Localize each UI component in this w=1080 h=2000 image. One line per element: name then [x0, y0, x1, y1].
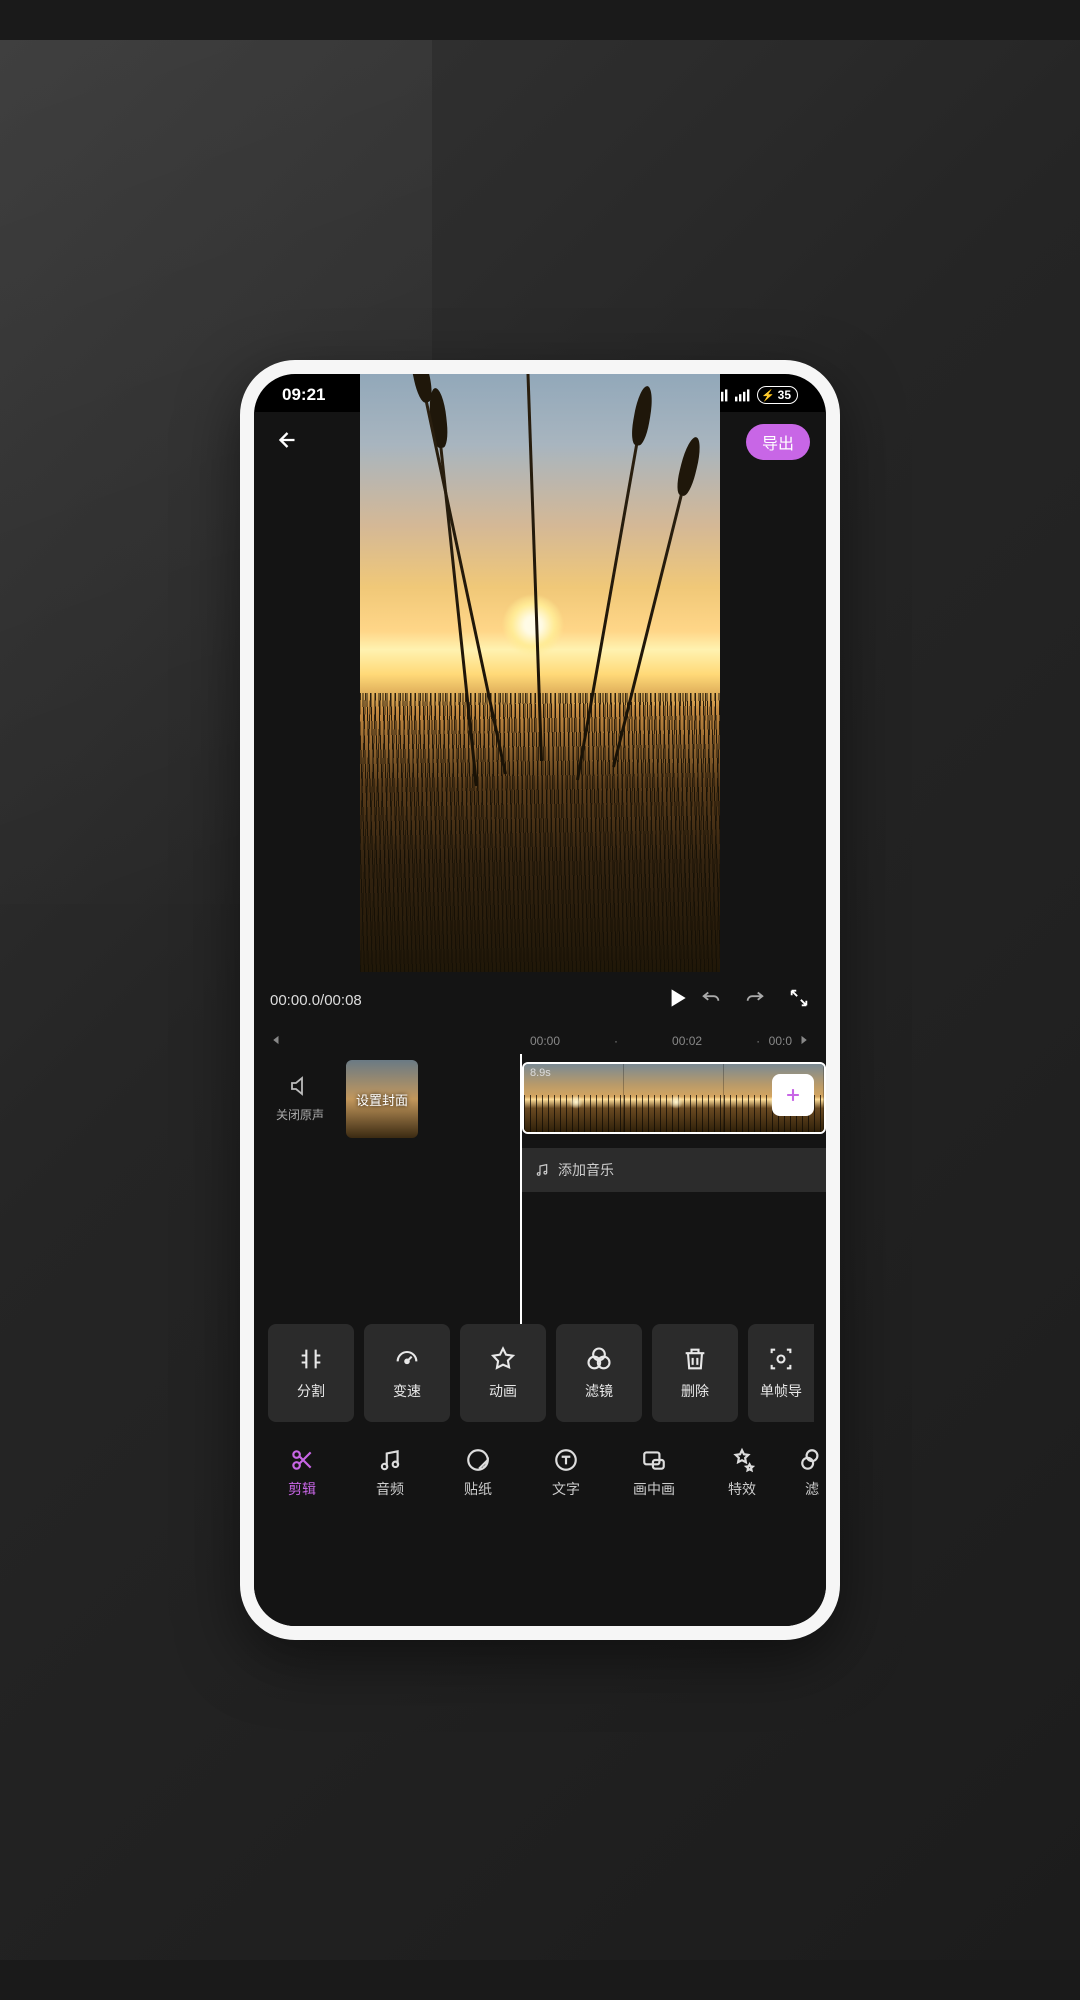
tool-frame-export[interactable]: 单帧导	[748, 1324, 814, 1422]
tab-audio[interactable]: 音频	[348, 1447, 432, 1499]
add-music-label: 添加音乐	[558, 1160, 614, 1180]
tab-label: 贴纸	[464, 1479, 492, 1499]
tool-speed[interactable]: 变速	[364, 1324, 450, 1422]
ruler-tick: 00:00	[530, 1034, 560, 1048]
cover-label: 设置封面	[356, 1090, 408, 1109]
mute-original-audio-button[interactable]: 关闭原声	[270, 1060, 330, 1123]
tool-label: 动画	[489, 1381, 517, 1401]
timeline-ruler[interactable]: 00:00 · 00:02 · 00:0	[254, 1028, 826, 1054]
clip-thumbnail	[624, 1064, 724, 1132]
tab-label: 音频	[376, 1479, 404, 1499]
tab-effects[interactable]: 特效	[700, 1447, 784, 1499]
add-clip-button[interactable]	[772, 1074, 814, 1116]
tool-label: 变速	[393, 1381, 421, 1401]
tool-filter[interactable]: 滤镜	[556, 1324, 642, 1422]
tab-text[interactable]: 文字	[524, 1447, 608, 1499]
tool-label: 滤镜	[585, 1381, 613, 1401]
timeline-area[interactable]: 关闭原声 设置封面 8.9s	[254, 1054, 826, 1324]
back-button[interactable]	[270, 426, 298, 459]
clip-tools-row: 分割 变速 动画 滤镜 删除	[254, 1324, 826, 1422]
goto-end-button[interactable]	[798, 1033, 812, 1050]
redo-button[interactable]	[744, 987, 766, 1014]
video-editor-app: 导出 00:00.0/00:08 00:00 ·	[254, 412, 826, 1626]
phone-frame: 09:21 HD ⚡ 35	[240, 360, 840, 1640]
goto-start-button[interactable]	[268, 1033, 282, 1050]
tab-edit[interactable]: 剪辑	[260, 1447, 344, 1499]
fullscreen-button[interactable]	[788, 987, 810, 1014]
tool-delete[interactable]: 删除	[652, 1324, 738, 1422]
tab-label: 画中画	[633, 1479, 675, 1499]
export-button[interactable]: 导出	[746, 424, 810, 460]
set-cover-button[interactable]: 设置封面	[346, 1060, 418, 1138]
tab-label: 特效	[728, 1479, 756, 1499]
ruler-tick: 00:02	[672, 1034, 702, 1048]
app-header: 导出	[254, 412, 826, 472]
play-button[interactable]	[664, 985, 690, 1016]
undo-button[interactable]	[700, 987, 722, 1014]
play-controls: 00:00.0/00:08	[254, 972, 826, 1028]
preview-sun	[503, 595, 563, 655]
tab-label: 文字	[552, 1479, 580, 1499]
mute-label: 关闭原声	[276, 1106, 324, 1123]
tool-label: 单帧导	[760, 1381, 802, 1401]
tab-sticker[interactable]: 贴纸	[436, 1447, 520, 1499]
tool-label: 分割	[297, 1381, 325, 1401]
bottom-tabs: 剪辑 音频 贴纸 文字 画中画	[254, 1430, 826, 1516]
ruler-tick-dot: ·	[614, 1034, 618, 1048]
tab-label: 剪辑	[288, 1479, 316, 1499]
tab-label: 滤	[805, 1479, 819, 1499]
tool-animation[interactable]: 动画	[460, 1324, 546, 1422]
tool-split[interactable]: 分割	[268, 1324, 354, 1422]
ruler-tick-dot: ·	[756, 1034, 760, 1048]
playhead[interactable]	[520, 1054, 522, 1324]
wallpaper-backdrop: 09:21 HD ⚡ 35	[0, 40, 1080, 1960]
tab-pip[interactable]: 画中画	[612, 1447, 696, 1499]
timecode-display: 00:00.0/00:08	[270, 992, 654, 1009]
clip-duration-badge: 8.9s	[530, 1067, 551, 1079]
ruler-ticks: 00:00 · 00:02 ·	[282, 1034, 769, 1048]
tool-label: 删除	[681, 1381, 709, 1401]
preview-grass-field	[360, 693, 720, 972]
ruler-tick: 00:0	[769, 1034, 792, 1048]
tab-filter-overflow[interactable]: 滤	[788, 1447, 826, 1499]
add-music-track[interactable]: 添加音乐	[522, 1148, 826, 1192]
